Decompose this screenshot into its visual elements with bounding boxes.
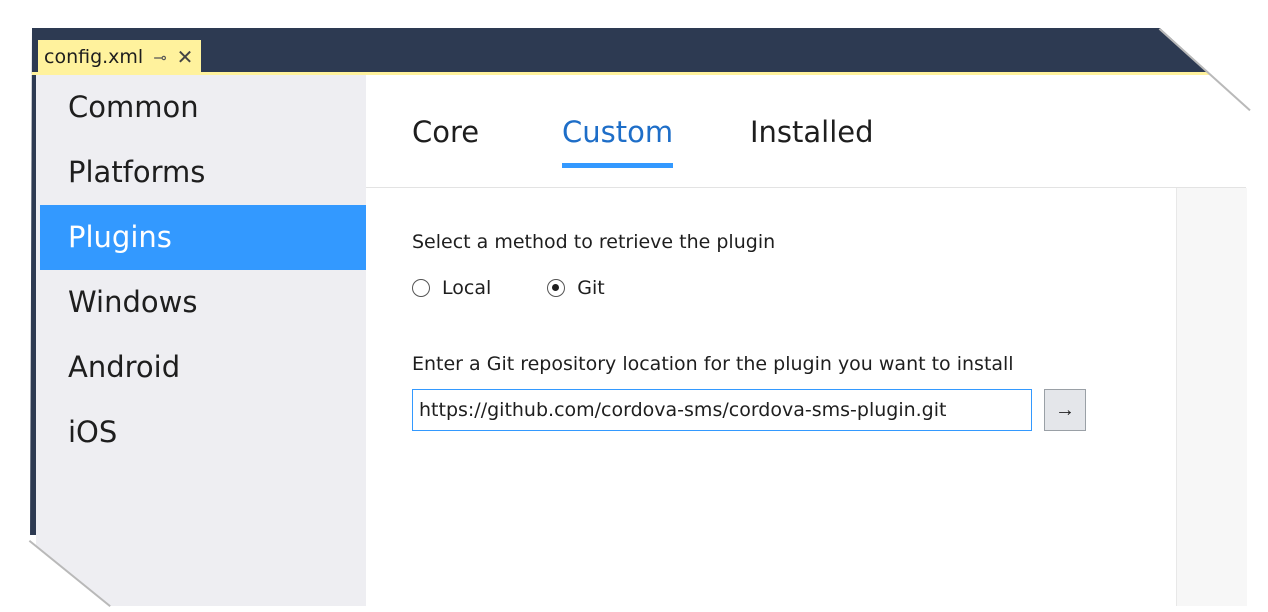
- tab-core[interactable]: Core: [412, 115, 479, 149]
- sidebar-item-windows[interactable]: Windows: [40, 270, 366, 335]
- sidebar-item-label: iOS: [68, 415, 118, 449]
- screenshot-stage: config.xml ⊸ ✕ Common Platforms Plugins …: [0, 0, 1268, 612]
- active-tab-underline: [562, 163, 674, 168]
- sidebar-item-ios[interactable]: iOS: [40, 400, 366, 465]
- arrow-right-icon: →: [1055, 398, 1075, 421]
- radio-local[interactable]: Local: [412, 277, 491, 299]
- config-sidebar: Common Platforms Plugins Windows Android…: [36, 75, 366, 606]
- details-pane: [1176, 188, 1247, 606]
- git-repo-input[interactable]: [412, 389, 1032, 431]
- sidebar-item-label: Android: [68, 350, 181, 384]
- sidebar-item-label: Windows: [68, 285, 198, 319]
- sidebar-item-platforms[interactable]: Platforms: [40, 140, 366, 205]
- tab-label: Core: [412, 115, 480, 149]
- tab-custom[interactable]: Custom: [562, 115, 674, 168]
- document-tab-label: config.xml: [44, 46, 144, 68]
- radio-local-circle[interactable]: [412, 279, 430, 297]
- tab-label: Installed: [750, 115, 874, 149]
- ide-window: config.xml ⊸ ✕ Common Platforms Plugins …: [18, 28, 1252, 606]
- plugins-panel: Core Custom Installed Select a method to…: [366, 75, 1247, 606]
- sidebar-item-label: Platforms: [68, 155, 206, 189]
- tab-installed[interactable]: Installed: [750, 115, 874, 149]
- tab-label: Custom: [562, 115, 674, 149]
- radio-label: Git: [577, 277, 605, 299]
- install-go-button[interactable]: →: [1044, 389, 1086, 431]
- radio-label: Local: [442, 277, 492, 299]
- title-bar: config.xml ⊸ ✕: [30, 28, 1220, 74]
- radio-git[interactable]: Git: [547, 277, 605, 299]
- radio-git-circle[interactable]: [547, 279, 566, 297]
- pin-icon[interactable]: ⊸: [153, 48, 166, 67]
- close-icon[interactable]: ✕: [177, 47, 194, 67]
- repo-prompt: Enter a Git repository location for the …: [412, 353, 1014, 375]
- method-prompt: Select a method to retrieve the plugin: [412, 231, 776, 253]
- sidebar-item-label: Common: [68, 90, 199, 124]
- document-tab-config-xml[interactable]: config.xml ⊸ ✕: [38, 40, 202, 74]
- method-radio-group: Local Git: [412, 277, 661, 299]
- sidebar-item-label: Plugins: [68, 220, 172, 254]
- sidebar-item-common[interactable]: Common: [40, 75, 366, 140]
- plugin-tabs: Core Custom Installed: [366, 75, 1246, 188]
- sidebar-item-plugins[interactable]: Plugins: [40, 205, 366, 270]
- sidebar-item-android[interactable]: Android: [40, 335, 366, 400]
